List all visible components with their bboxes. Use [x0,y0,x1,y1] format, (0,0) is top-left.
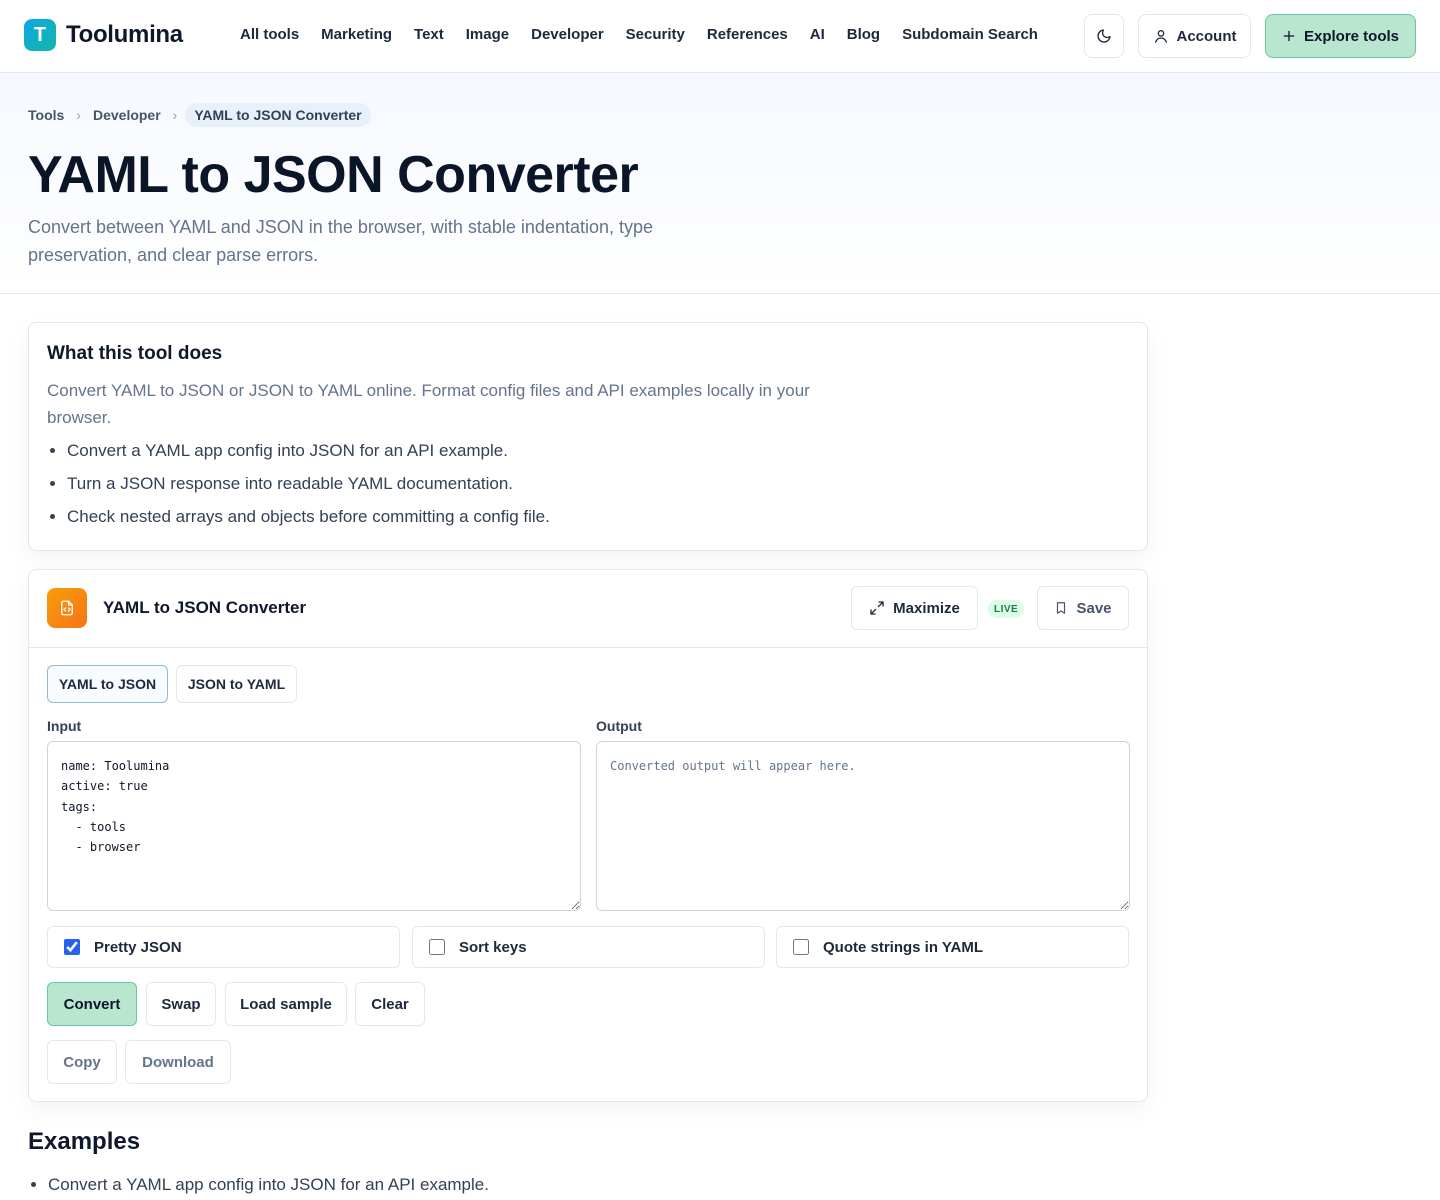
nav-image[interactable]: Image [466,26,509,43]
logo-text: Toolumina [66,21,183,48]
breadcrumb-tools[interactable]: Tools [28,107,64,123]
nav-references[interactable]: References [707,26,788,43]
plus-icon [1283,30,1295,42]
nav-security[interactable]: Security [626,26,685,43]
nav-all-tools[interactable]: All tools [240,26,299,43]
page-hero: Tools › Developer › YAML to JSON Convert… [0,73,1440,294]
explore-tools-button[interactable]: Explore tools [1265,14,1416,58]
load-sample-button[interactable]: Load sample [225,982,347,1026]
info-heading: What this tool does [47,343,223,364]
chevron-right-icon: › [172,107,178,123]
list-item: Turn a JSON response into readable YAML … [67,474,550,494]
nav-developer[interactable]: Developer [531,26,604,43]
tool-header: YAML to JSON Converter Maximize LIVE Sav… [29,570,1147,648]
expand-icon [870,601,884,615]
yaml-input-textarea[interactable] [47,741,581,911]
logo-mark: T [24,19,56,51]
pretty-json-label: Pretty JSON [94,938,182,956]
user-icon [1154,30,1167,43]
live-status-badge: LIVE [988,600,1025,618]
nav-blog[interactable]: Blog [847,26,880,43]
nav-subdomain-search[interactable]: Subdomain Search [902,26,1038,43]
breadcrumb-developer[interactable]: Developer [93,107,161,123]
logo[interactable]: T Toolumina [24,19,183,51]
copy-button[interactable]: Copy [47,1040,117,1084]
nav-ai[interactable]: AI [810,26,825,43]
input-label: Input [47,718,82,734]
bookmark-icon [1057,602,1066,614]
list-item: Check nested arrays and objects before c… [67,507,550,527]
clear-button[interactable]: Clear [355,982,425,1026]
explore-label: Explore tools [1303,27,1400,45]
tool-title: YAML to JSON Converter [103,598,307,617]
pretty-json-option[interactable]: Pretty JSON [47,926,400,968]
breadcrumb-current: YAML to JSON Converter [185,103,371,127]
account-button[interactable]: Account [1138,14,1251,58]
info-description: Convert YAML to JSON or JSON to YAML onl… [47,381,810,427]
list-item: Convert a YAML app config into JSON for … [67,441,550,461]
output-label: Output [596,718,642,734]
quote-strings-option[interactable]: Quote strings in YAML [776,926,1129,968]
page-subtitle: Convert between YAML and JSON in the bro… [28,217,654,265]
tab-yaml-to-json[interactable]: YAML to JSON [47,665,168,703]
tool-description-card: What this tool does Convert YAML to JSON… [28,322,1148,551]
examples-list: Convert a YAML app config into JSON for … [28,1174,489,1196]
maximize-button[interactable]: Maximize [851,586,978,630]
tab-json-to-yaml[interactable]: JSON to YAML [176,665,297,703]
output-textarea[interactable] [596,741,1130,911]
converter-tool-card: YAML to JSON Converter Maximize LIVE Sav… [28,569,1148,1102]
moon-icon [1097,29,1111,43]
breadcrumb: Tools › Developer › YAML to JSON Convert… [28,103,371,127]
swap-button[interactable]: Swap [146,982,216,1026]
quote-strings-checkbox[interactable] [793,939,809,955]
examples-heading: Examples [28,1128,141,1155]
convert-button[interactable]: Convert [47,982,137,1026]
quote-strings-label: Quote strings in YAML [823,938,984,956]
pretty-json-checkbox[interactable] [64,939,80,955]
sort-keys-checkbox[interactable] [429,939,445,955]
account-label: Account [1176,27,1237,45]
sort-keys-label: Sort keys [459,938,527,956]
sort-keys-option[interactable]: Sort keys [412,926,765,968]
chevron-right-icon: › [76,107,81,123]
list-item: Convert a YAML app config into JSON for … [48,1174,489,1196]
save-button[interactable]: Save [1037,586,1129,630]
page-title: YAML to JSON Converter [28,146,639,204]
nav-marketing[interactable]: Marketing [321,26,392,43]
top-navigation-bar: T Toolumina All tools Marketing Text Ima… [0,0,1440,73]
file-code-icon [47,588,87,628]
save-label: Save [1076,599,1112,617]
download-button[interactable]: Download [125,1040,231,1084]
theme-toggle-button[interactable] [1084,14,1124,58]
main-nav: All tools Marketing Text Image Developer… [240,26,1060,43]
nav-text[interactable]: Text [414,26,444,43]
maximize-label: Maximize [893,599,960,617]
info-bullet-list: Convert a YAML app config into JSON for … [67,441,550,540]
